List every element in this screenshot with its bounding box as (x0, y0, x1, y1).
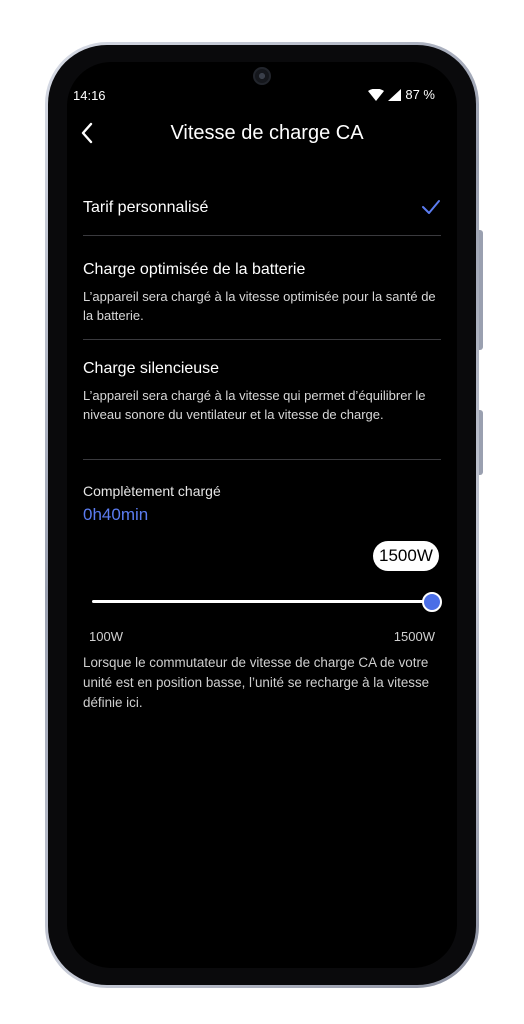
divider (83, 459, 441, 460)
divider (83, 235, 441, 236)
slider-min-label: 100W (89, 629, 123, 644)
status-time: 14:16 (73, 88, 106, 103)
signal-icon (388, 88, 402, 101)
camera-icon (253, 67, 271, 85)
option-optimized-charge[interactable]: Charge optimisée de la batterie L’appare… (83, 261, 441, 325)
divider (83, 339, 441, 340)
option-custom-rate[interactable]: Tarif personnalisé (83, 199, 441, 217)
volume-button (479, 230, 483, 350)
slider-track[interactable] (92, 600, 432, 603)
fully-charged-time: 0h40min (83, 505, 149, 524)
option-description: L’appareil sera chargé à la vitesse qui … (83, 388, 426, 422)
check-icon (422, 200, 440, 214)
option-silent-charge[interactable]: Charge silencieuse L’appareil sera charg… (83, 360, 441, 424)
slider-value-bubble: 1500W (373, 541, 439, 571)
screen: 14:16 87 % Vitesse de charge CA Tarif pe… (67, 62, 457, 968)
option-title: Charge optimisée de la batterie (83, 261, 306, 278)
fully-charged-label: Complètement chargé (83, 483, 221, 499)
slider-thumb[interactable] (422, 592, 442, 612)
info-note: Lorsque le commutateur de vitesse de cha… (83, 655, 430, 710)
status-icons: 87 % (368, 87, 435, 102)
option-title: Charge silencieuse (83, 360, 220, 377)
option-description: L’appareil sera chargé à la vitesse opti… (83, 289, 436, 323)
wifi-icon (368, 88, 385, 101)
slider-max-label: 1500W (393, 629, 435, 644)
battery-level: 87 % (405, 87, 435, 102)
page-title: Vitesse de charge CA (170, 122, 364, 144)
power-button (479, 410, 483, 475)
option-title: Tarif personnalisé (83, 199, 209, 216)
